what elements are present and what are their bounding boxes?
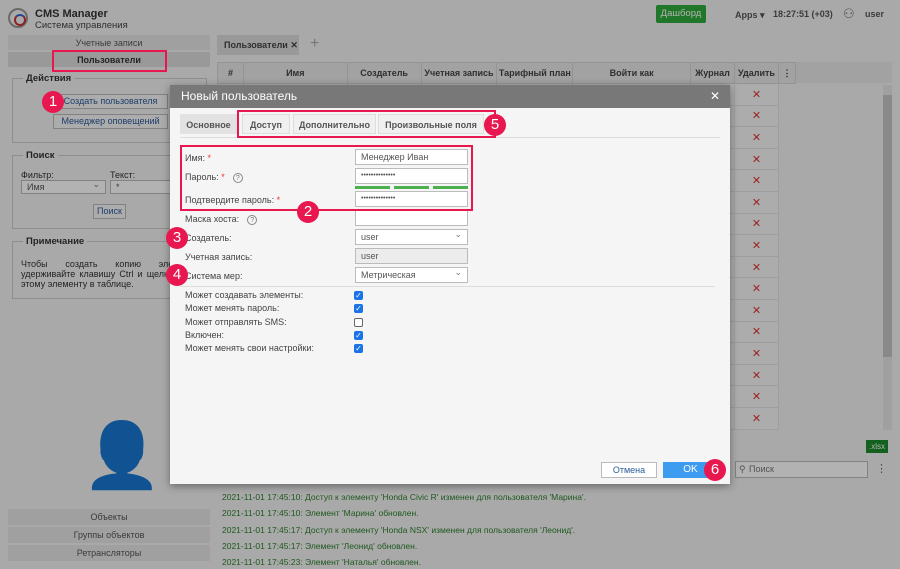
- units-select[interactable]: Метрическая: [355, 265, 468, 283]
- permission-checkbox[interactable]: ✓: [354, 344, 363, 354]
- creator-label: Создатель:: [185, 233, 232, 243]
- highlight-credentials: [180, 145, 473, 211]
- close-dialog-icon[interactable]: ✕: [710, 89, 720, 103]
- permission-checkbox[interactable]: ✓: [354, 291, 363, 300]
- permission-checkbox[interactable]: ✓: [354, 304, 363, 314]
- cancel-button[interactable]: Отмена: [601, 462, 657, 478]
- dialog-title: Новый пользователь: [170, 85, 730, 108]
- callout-2: 2: [297, 201, 319, 223]
- callout-3: 3: [166, 227, 188, 249]
- permission-checkbox[interactable]: [354, 317, 363, 327]
- tab-basic[interactable]: Основное: [180, 114, 237, 134]
- callout-6: 6: [704, 459, 726, 481]
- checkbox-label: Включен:: [185, 329, 225, 340]
- host-mask-label: Маска хоста:?: [185, 214, 258, 225]
- checkbox-label: Может отправлять SMS:: [185, 316, 287, 327]
- highlight-tabs: [237, 110, 496, 138]
- callout-5: 5: [484, 114, 506, 136]
- units-label: Система мер:: [185, 271, 243, 281]
- section-divider: [180, 286, 715, 287]
- host-mask-input[interactable]: [355, 210, 468, 226]
- permission-checkbox[interactable]: ✓: [354, 330, 363, 340]
- callout-4: 4: [166, 264, 188, 286]
- checkbox-label: Может создавать элементы:: [185, 290, 304, 300]
- checkbox-label: Может менять пароль:: [185, 303, 280, 314]
- help-icon[interactable]: ?: [247, 215, 258, 225]
- host-mask-label-text: Маска хоста:: [185, 214, 240, 224]
- account-label: Учетная запись:: [185, 252, 253, 262]
- account-input: user: [355, 248, 468, 264]
- callout-1: 1: [42, 91, 64, 113]
- checkbox-label: Может менять свои настройки:: [185, 343, 315, 354]
- creator-select[interactable]: user: [355, 227, 468, 245]
- highlight-users: [52, 50, 167, 72]
